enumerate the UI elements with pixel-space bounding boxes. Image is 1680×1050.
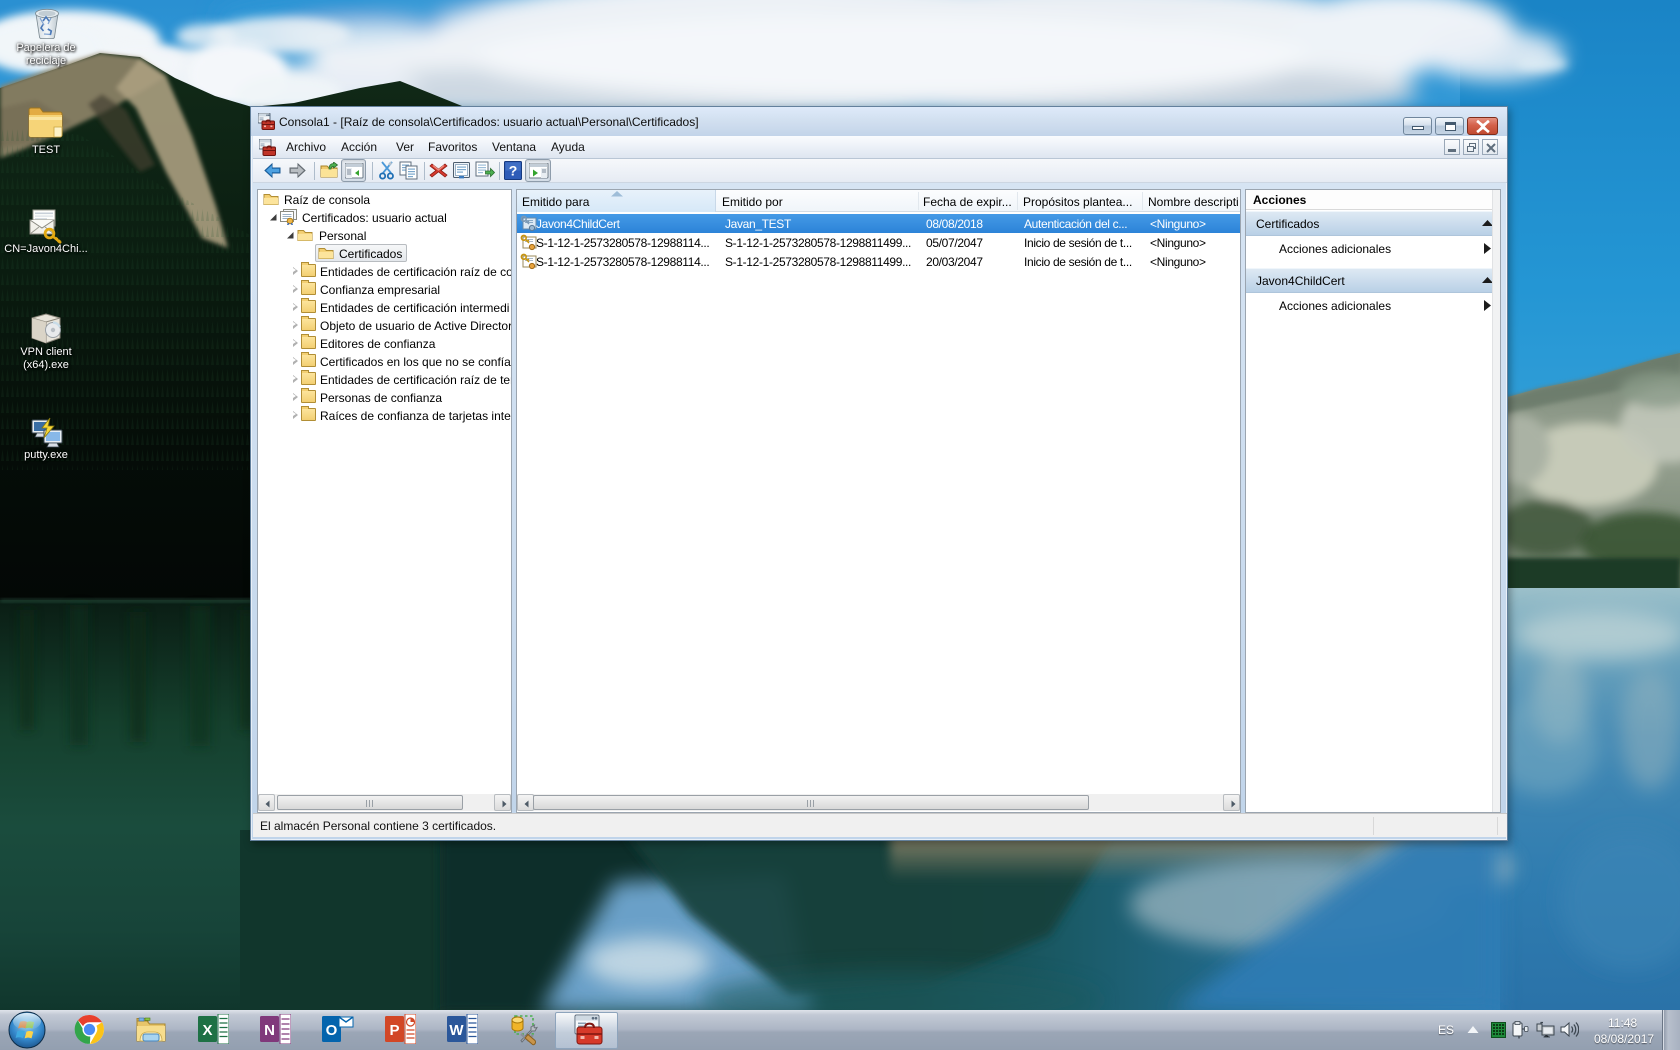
svg-text:W: W — [449, 1022, 464, 1039]
svg-text:N: N — [264, 1022, 275, 1039]
svg-text:X: X — [202, 1022, 212, 1039]
svg-text:?: ? — [509, 163, 518, 179]
svg-text:P: P — [389, 1022, 399, 1039]
svg-text:O: O — [326, 1022, 338, 1039]
